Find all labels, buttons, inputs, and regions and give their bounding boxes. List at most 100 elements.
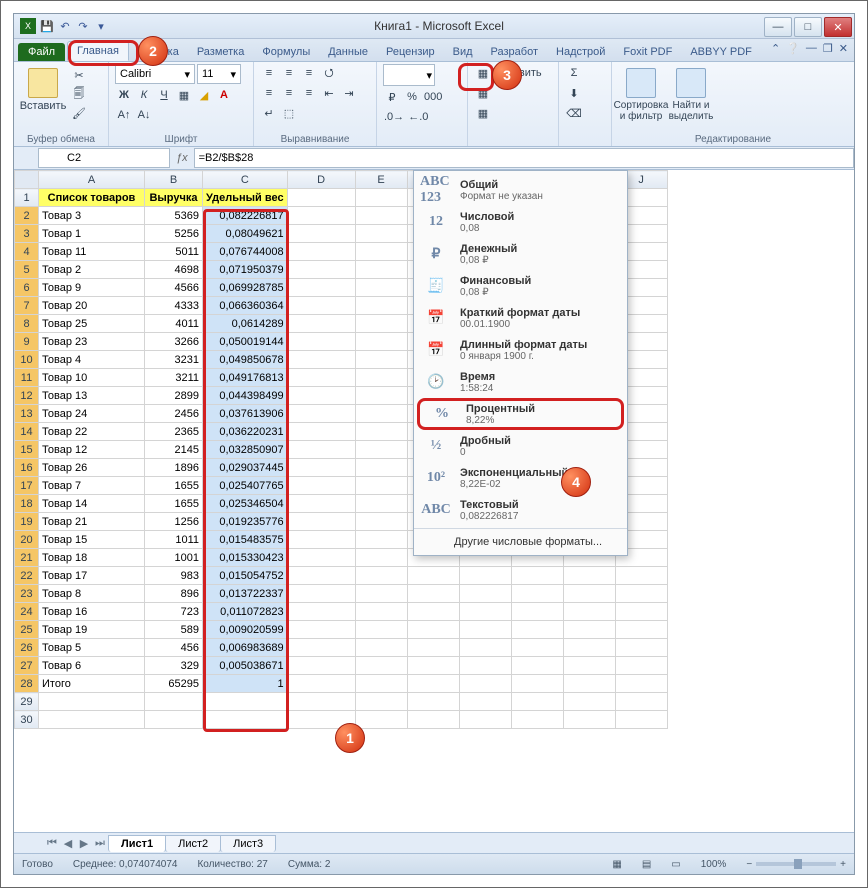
row-header-16[interactable]: 16: [15, 459, 39, 477]
cell[interactable]: [459, 711, 511, 729]
grow-font-icon[interactable]: A↑: [115, 106, 133, 124]
cell[interactable]: 329: [145, 657, 203, 675]
cell[interactable]: [287, 243, 355, 261]
cell[interactable]: 0,019235776: [203, 513, 288, 531]
cell[interactable]: [511, 693, 563, 711]
cell[interactable]: [355, 459, 407, 477]
cell[interactable]: 5256: [145, 225, 203, 243]
cell[interactable]: [287, 279, 355, 297]
align-top-icon[interactable]: ≡: [260, 64, 278, 82]
tab-ABBYY PDF[interactable]: ABBYY PDF: [681, 43, 761, 61]
orientation-icon[interactable]: ⭯: [320, 64, 338, 82]
format-option-Длинный формат даты[interactable]: 📅 Длинный формат даты0 января 1900 г.: [414, 334, 627, 366]
row-header-10[interactable]: 10: [15, 351, 39, 369]
cell[interactable]: 0,049850678: [203, 351, 288, 369]
cell[interactable]: [563, 639, 615, 657]
cell[interactable]: Товар 23: [39, 333, 145, 351]
insert-cells-icon[interactable]: ▦: [474, 64, 492, 82]
formula-input[interactable]: =B2/$B$28: [194, 148, 854, 168]
cell[interactable]: [145, 693, 203, 711]
row-header-1[interactable]: 1: [15, 189, 39, 207]
cell[interactable]: Удельный вес: [203, 189, 288, 207]
cell[interactable]: Товар 19: [39, 621, 145, 639]
cell[interactable]: 4011: [145, 315, 203, 333]
row-header-6[interactable]: 6: [15, 279, 39, 297]
cell[interactable]: 0,009020599: [203, 621, 288, 639]
cell[interactable]: [355, 261, 407, 279]
cell[interactable]: 0,036220231: [203, 423, 288, 441]
cell[interactable]: [459, 675, 511, 693]
indent-dec-icon[interactable]: ⇤: [320, 84, 338, 102]
cell[interactable]: [355, 621, 407, 639]
format-option-Текстовый[interactable]: ABC Текстовый0,082226817: [414, 494, 627, 526]
cell[interactable]: [615, 657, 667, 675]
cell[interactable]: 983: [145, 567, 203, 585]
help-icon[interactable]: ❔: [786, 42, 800, 55]
cell[interactable]: Товар 6: [39, 657, 145, 675]
bold-icon[interactable]: Ж: [115, 86, 133, 104]
row-header-21[interactable]: 21: [15, 549, 39, 567]
row-header-12[interactable]: 12: [15, 387, 39, 405]
cell[interactable]: Товар 5: [39, 639, 145, 657]
italic-icon[interactable]: К: [135, 86, 153, 104]
tab-nav-last-icon[interactable]: ⏭: [92, 837, 108, 850]
cell[interactable]: [287, 603, 355, 621]
cell[interactable]: [287, 207, 355, 225]
cell[interactable]: Товар 11: [39, 243, 145, 261]
cell[interactable]: [459, 621, 511, 639]
cell[interactable]: 0,082226817: [203, 207, 288, 225]
row-header-22[interactable]: 22: [15, 567, 39, 585]
align-center-icon[interactable]: ≡: [280, 84, 298, 102]
cell[interactable]: [355, 405, 407, 423]
cell[interactable]: 0,015054752: [203, 567, 288, 585]
fill-icon[interactable]: ⬇: [565, 84, 583, 102]
col-header-A[interactable]: A: [39, 171, 145, 189]
cell[interactable]: [615, 585, 667, 603]
cell[interactable]: 3266: [145, 333, 203, 351]
view-break-icon[interactable]: ▭: [671, 859, 680, 870]
minimize-button[interactable]: —: [764, 17, 792, 37]
cell[interactable]: [563, 585, 615, 603]
undo-icon[interactable]: ↶: [58, 19, 72, 33]
cell[interactable]: [407, 585, 459, 603]
format-painter-icon[interactable]: 🖌: [70, 104, 88, 122]
cell[interactable]: 0,071950379: [203, 261, 288, 279]
cell[interactable]: [287, 621, 355, 639]
cell[interactable]: [407, 639, 459, 657]
cell[interactable]: Товар 20: [39, 297, 145, 315]
tab-Рецензир[interactable]: Рецензир: [377, 43, 444, 61]
cell[interactable]: 456: [145, 639, 203, 657]
cell[interactable]: [511, 567, 563, 585]
sheet-tab-Лист3[interactable]: Лист3: [220, 835, 276, 852]
align-right-icon[interactable]: ≡: [300, 84, 318, 102]
cell[interactable]: [407, 621, 459, 639]
cell[interactable]: [459, 639, 511, 657]
cell[interactable]: 1896: [145, 459, 203, 477]
row-header-11[interactable]: 11: [15, 369, 39, 387]
format-option-Денежный[interactable]: ₽ Денежный0,08 ₽: [414, 238, 627, 270]
indent-inc-icon[interactable]: ⇥: [340, 84, 358, 102]
align-bottom-icon[interactable]: ≡: [300, 64, 318, 82]
cell[interactable]: [355, 675, 407, 693]
cell[interactable]: 3211: [145, 369, 203, 387]
fill-color-icon[interactable]: ◢: [195, 86, 213, 104]
tab-Надстрой[interactable]: Надстрой: [547, 43, 614, 61]
cell[interactable]: Товар 9: [39, 279, 145, 297]
cell[interactable]: 5369: [145, 207, 203, 225]
cell[interactable]: [287, 225, 355, 243]
cell[interactable]: 1655: [145, 477, 203, 495]
cell[interactable]: 5011: [145, 243, 203, 261]
cell[interactable]: [355, 207, 407, 225]
redo-icon[interactable]: ↷: [76, 19, 90, 33]
cell[interactable]: Товар 18: [39, 549, 145, 567]
cell[interactable]: [287, 639, 355, 657]
tab-Вставка[interactable]: Вставка: [129, 43, 188, 61]
cell[interactable]: 0,069928785: [203, 279, 288, 297]
cell[interactable]: 896: [145, 585, 203, 603]
cell[interactable]: 0,050019144: [203, 333, 288, 351]
col-header-D[interactable]: D: [287, 171, 355, 189]
row-header-9[interactable]: 9: [15, 333, 39, 351]
cell[interactable]: [563, 657, 615, 675]
view-layout-icon[interactable]: ▤: [642, 859, 651, 870]
cell[interactable]: [287, 315, 355, 333]
